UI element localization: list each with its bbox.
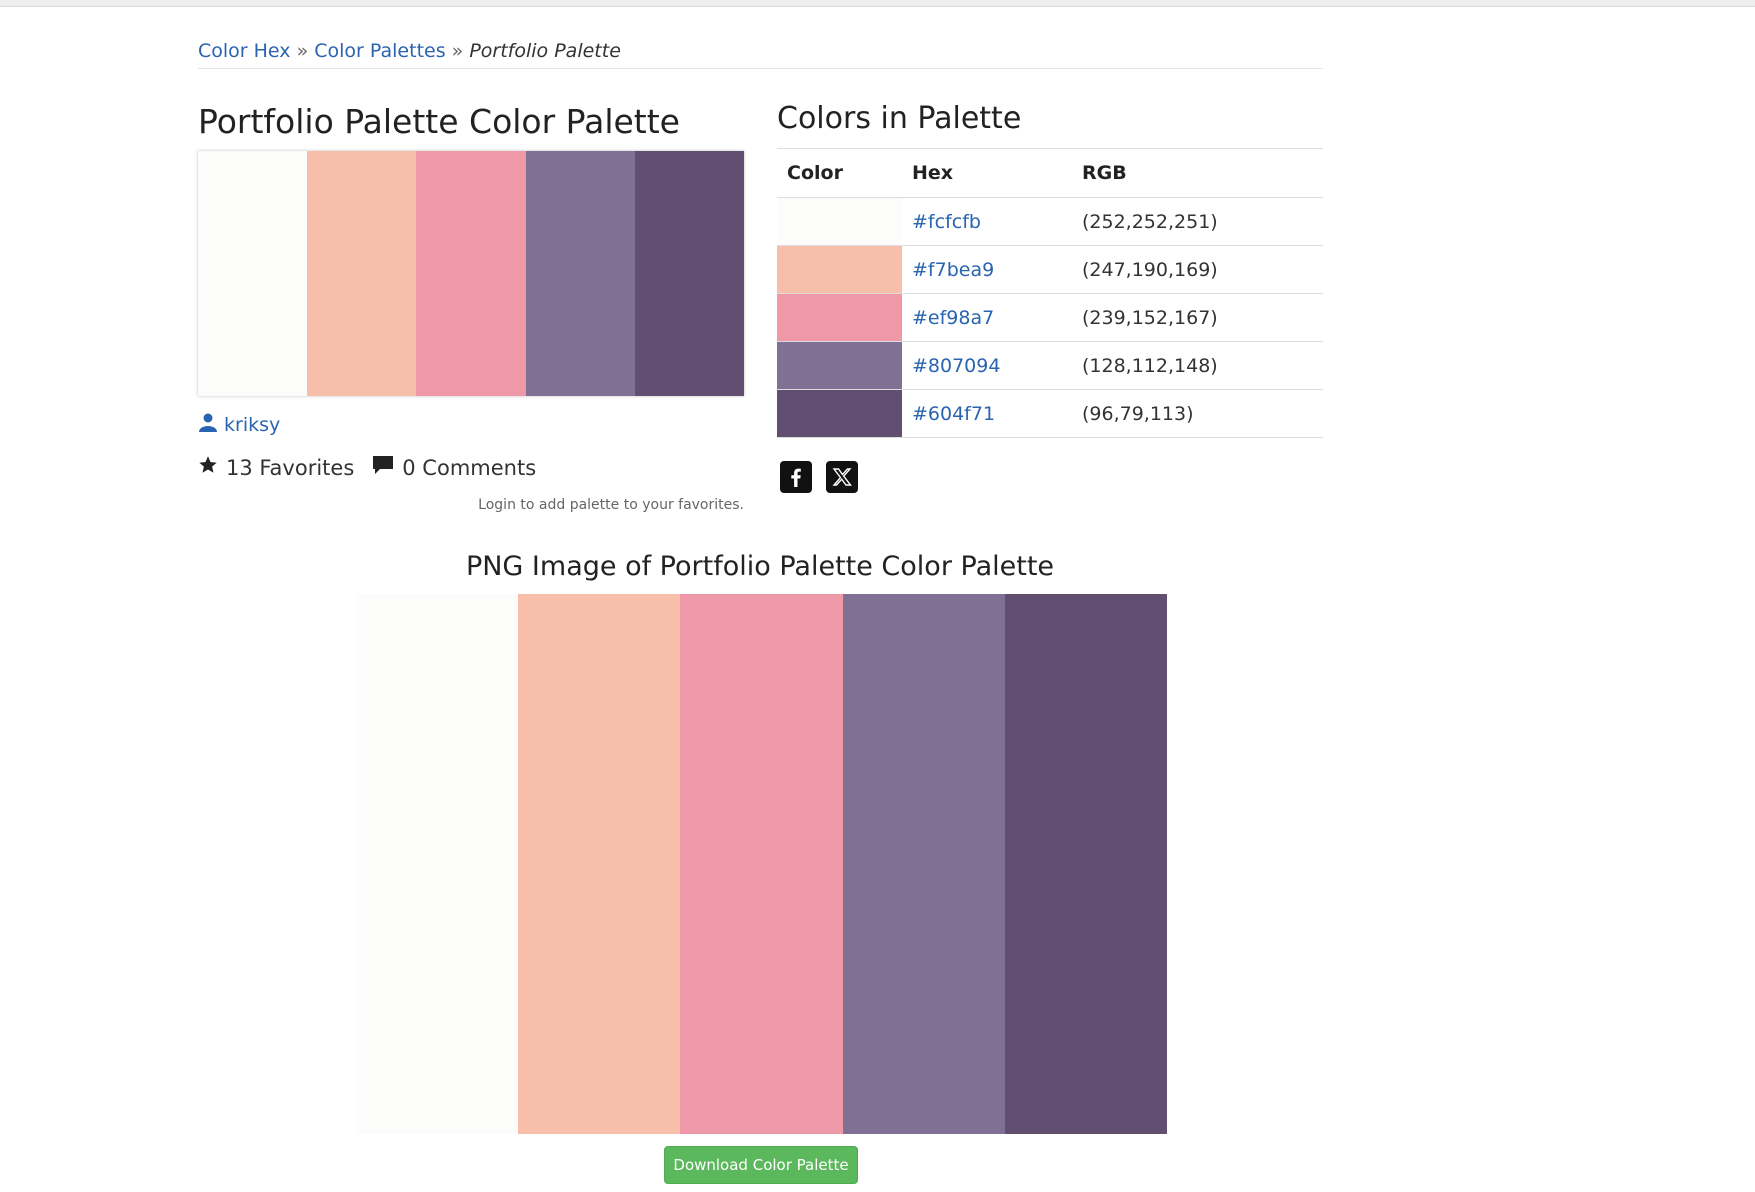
author-link[interactable]: kriksy bbox=[224, 414, 280, 436]
palette-swatch bbox=[307, 151, 417, 396]
palette-swatch bbox=[198, 151, 308, 396]
colors-table: Color Hex RGB #fcfcfb (252,252,251) #f7bea… bbox=[777, 148, 1323, 438]
breadcrumb-current: Portfolio Palette bbox=[469, 40, 621, 62]
hex-column-header: Hex bbox=[902, 148, 1072, 198]
hex-cell: #807094 bbox=[902, 341, 1072, 390]
palette-swatch bbox=[416, 151, 526, 396]
breadcrumb-separator: » bbox=[451, 40, 464, 62]
hex-link[interactable]: #f7bea9 bbox=[912, 259, 994, 281]
login-note: Login to add palette to your favorites. bbox=[478, 497, 744, 513]
rgb-column-header: RGB bbox=[1072, 148, 1323, 198]
palette-preview bbox=[198, 151, 745, 396]
color-swatch-cell bbox=[777, 341, 902, 390]
palette-swatch bbox=[1004, 594, 1168, 1134]
hex-link[interactable]: #604f71 bbox=[912, 403, 995, 425]
social-share bbox=[780, 461, 858, 493]
comments-count: 0 Comments bbox=[372, 455, 536, 480]
table-row: #807094 (128,112,148) bbox=[777, 341, 1323, 390]
png-image-title: PNG Image of Portfolio Palette Color Pal… bbox=[465, 551, 1055, 582]
palette-stats: 13 Favorites 0 Comments bbox=[198, 455, 554, 480]
comment-icon bbox=[372, 455, 394, 480]
hex-cell: #ef98a7 bbox=[902, 293, 1072, 342]
rgb-cell: (239,152,167) bbox=[1072, 293, 1323, 342]
table-row: #f7bea9 (247,190,169) bbox=[777, 245, 1323, 294]
table-row: #604f71 (96,79,113) bbox=[777, 389, 1323, 438]
user-icon bbox=[198, 412, 218, 437]
table-header-row: Color Hex RGB bbox=[777, 148, 1323, 198]
hex-link[interactable]: #ef98a7 bbox=[912, 307, 994, 329]
hex-link[interactable]: #fcfcfb bbox=[912, 211, 981, 233]
breadcrumb-color-hex-link[interactable]: Color Hex bbox=[198, 40, 291, 62]
palette-swatch bbox=[356, 594, 519, 1134]
breadcrumb-divider bbox=[198, 68, 1323, 69]
x-twitter-icon[interactable] bbox=[826, 461, 858, 493]
table-row: #ef98a7 (239,152,167) bbox=[777, 293, 1323, 342]
comments-label: 0 Comments bbox=[402, 455, 537, 480]
palette-swatch bbox=[634, 151, 745, 396]
color-swatch-cell bbox=[777, 197, 902, 246]
rgb-cell: (96,79,113) bbox=[1072, 389, 1323, 438]
color-swatch-cell bbox=[777, 245, 902, 294]
colors-in-palette-title: Colors in Palette bbox=[777, 101, 1022, 136]
hex-cell: #fcfcfb bbox=[902, 197, 1072, 246]
hex-cell: #604f71 bbox=[902, 389, 1072, 438]
palette-swatch bbox=[842, 594, 1005, 1134]
breadcrumb-color-palettes-link[interactable]: Color Palettes bbox=[314, 40, 445, 62]
breadcrumb: Color Hex » Color Palettes » Portfolio P… bbox=[198, 40, 621, 62]
palette-swatch bbox=[525, 151, 635, 396]
download-palette-button[interactable]: Download Color Palette bbox=[664, 1146, 858, 1184]
rgb-cell: (252,252,251) bbox=[1072, 197, 1323, 246]
browser-top-bar bbox=[0, 0, 1755, 7]
palette-swatch bbox=[680, 594, 843, 1134]
hex-cell: #f7bea9 bbox=[902, 245, 1072, 294]
breadcrumb-separator: » bbox=[296, 40, 309, 62]
author: kriksy bbox=[198, 412, 280, 437]
color-swatch-cell bbox=[777, 293, 902, 342]
favorites-count: 13 Favorites bbox=[198, 455, 354, 480]
star-icon bbox=[198, 455, 218, 480]
facebook-icon[interactable] bbox=[780, 461, 812, 493]
page-title: Portfolio Palette Color Palette bbox=[198, 102, 680, 141]
favorites-label: 13 Favorites bbox=[226, 455, 355, 480]
palette-png-image bbox=[356, 594, 1168, 1134]
color-swatch-cell bbox=[777, 389, 902, 438]
color-column-header: Color bbox=[777, 148, 902, 198]
hex-link[interactable]: #807094 bbox=[912, 355, 1000, 377]
table-row: #fcfcfb (252,252,251) bbox=[777, 197, 1323, 246]
palette-swatch bbox=[518, 594, 681, 1134]
rgb-cell: (128,112,148) bbox=[1072, 341, 1323, 390]
rgb-cell: (247,190,169) bbox=[1072, 245, 1323, 294]
